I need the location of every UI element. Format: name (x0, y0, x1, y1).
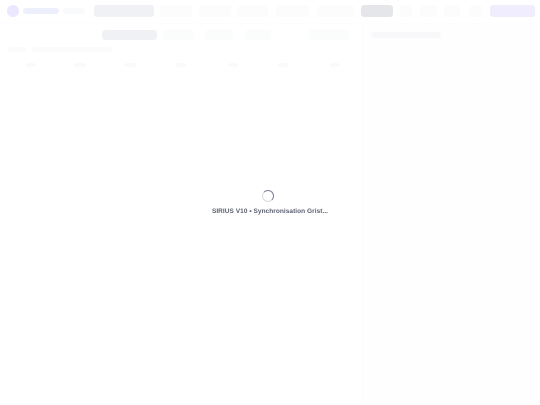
loading-spinner-icon (262, 190, 274, 202)
app-root: SIRIUS V10 • Synchronisation Grist... (0, 0, 540, 405)
loading-overlay: SIRIUS V10 • Synchronisation Grist... (0, 0, 540, 405)
loading-message: SIRIUS V10 • Synchronisation Grist... (211, 208, 329, 215)
